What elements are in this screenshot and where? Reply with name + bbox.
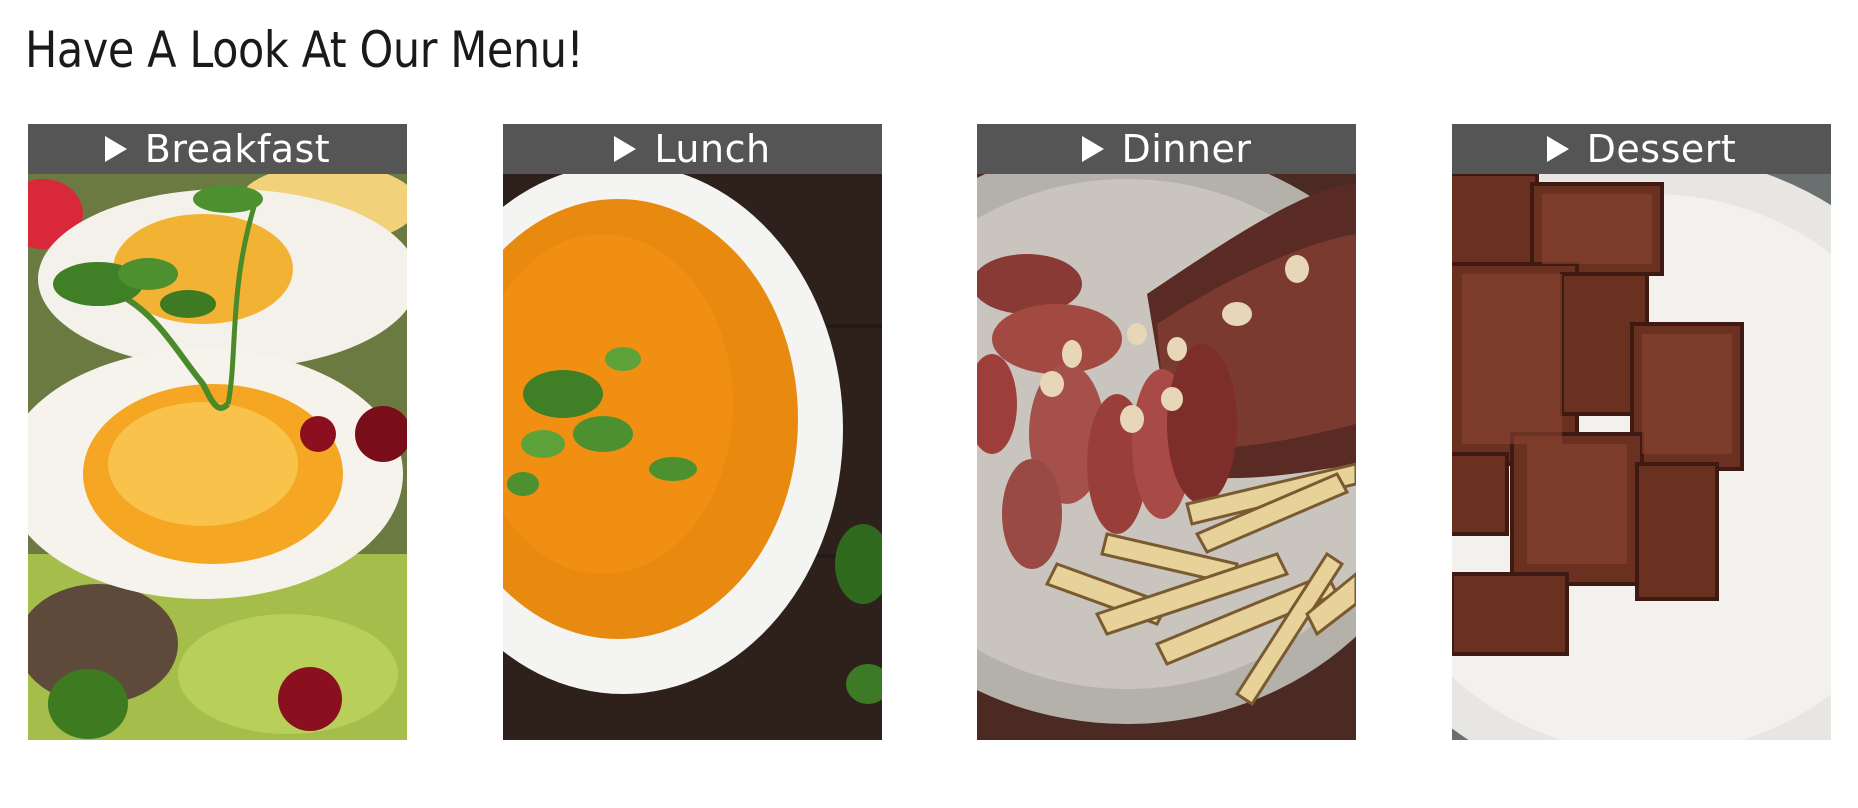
breakfast-image (28, 174, 407, 740)
dessert-image (1452, 174, 1831, 740)
menu-label-dinner: Dinner (1121, 127, 1252, 171)
menu-card-dinner: Dinner (977, 124, 1356, 740)
menu-card-dessert: Dessert (1452, 124, 1831, 740)
menu-toggle-breakfast[interactable]: Breakfast (28, 124, 407, 174)
play-triangle-icon (104, 136, 127, 162)
menu-label-lunch: Lunch (654, 127, 771, 171)
menu-label-dessert: Dessert (1586, 127, 1737, 171)
menu-toggle-dinner[interactable]: Dinner (977, 124, 1356, 174)
lunch-image (503, 174, 882, 740)
play-triangle-icon (1546, 136, 1569, 162)
menu-toggle-lunch[interactable]: Lunch (503, 124, 882, 174)
page-title: Have A Look At Our Menu! (25, 21, 584, 79)
dinner-image (977, 174, 1356, 740)
menu-label-breakfast: Breakfast (144, 127, 331, 171)
play-triangle-icon (614, 136, 637, 162)
menu-card-breakfast: Breakfast (28, 124, 407, 740)
menu-card-lunch: Lunch (503, 124, 882, 740)
menu-toggle-dessert[interactable]: Dessert (1452, 124, 1831, 174)
play-triangle-icon (1081, 136, 1104, 162)
